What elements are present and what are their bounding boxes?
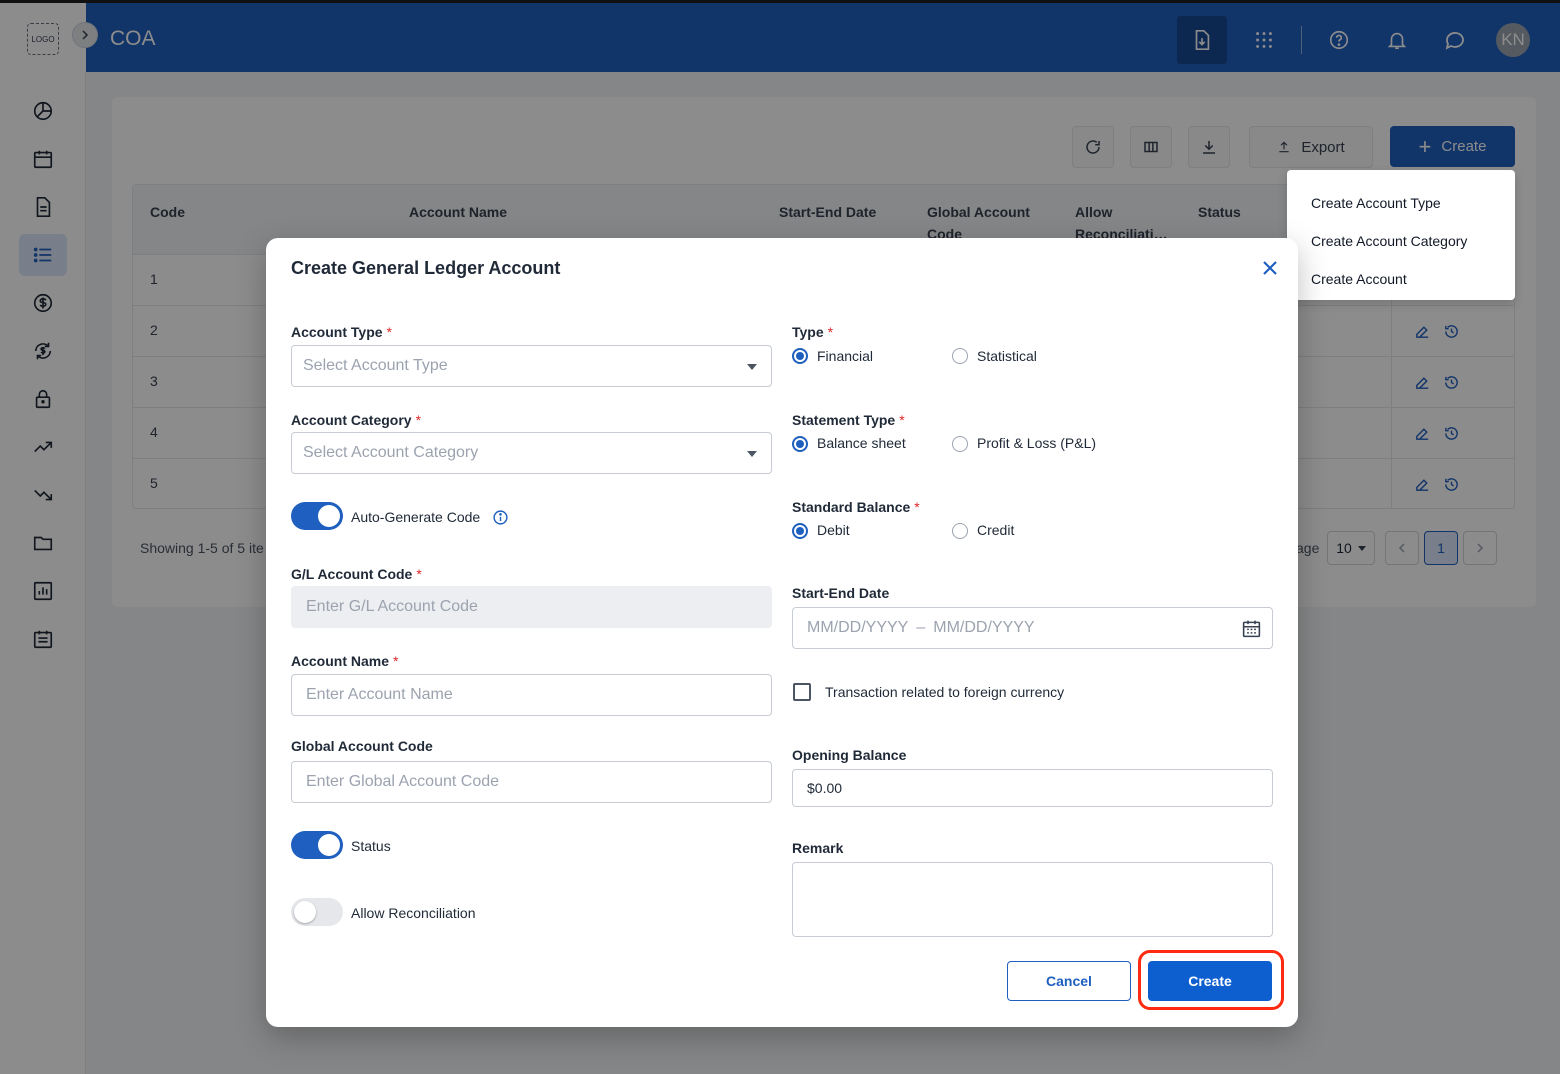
global-code-label: Global Account Code [291,738,433,754]
menu-item-create-account-type[interactable]: Create Account Type [1311,195,1441,211]
remark-textarea[interactable] [792,862,1273,937]
balance-debit-label: Debit [817,522,850,538]
status-toggle[interactable] [291,831,343,859]
allow-reconciliation-label: Allow Reconciliation [351,905,476,921]
status-label: Status [351,838,391,854]
end-date-placeholder: MM/DD/YYYY [933,619,1035,636]
menu-item-create-account-category[interactable]: Create Account Category [1311,233,1467,249]
create-gl-account-modal: Create General Ledger Account Account Ty… [266,238,1298,1027]
start-end-date-label: Start-End Date [792,585,890,601]
opening-balance-input[interactable]: $0.00 [792,769,1273,807]
create-menu: Create Account Type Create Account Categ… [1287,170,1515,300]
chevron-down-icon [747,451,757,457]
remark-label: Remark [792,840,844,856]
menu-item-create-account[interactable]: Create Account [1311,271,1407,287]
calendar-icon [1242,620,1261,638]
chevron-down-icon [747,364,757,370]
modal-title: Create General Ledger Account [291,258,561,278]
type-statistical-radio[interactable] [952,348,968,364]
balance-credit-label: Credit [977,522,1015,538]
cancel-button[interactable]: Cancel [1007,961,1131,1001]
modal-backdrop-sidebar[interactable] [0,72,86,1074]
foreign-currency-label: Transaction related to foreign currency [825,684,1065,700]
foreign-currency-checkbox[interactable] [793,683,811,701]
type-financial-radio[interactable] [792,348,808,364]
account-category-select[interactable]: Select Account Category [291,432,772,474]
modal-backdrop-header[interactable] [0,0,1560,72]
statement-balance-sheet-radio[interactable] [792,436,808,452]
account-type-select[interactable]: Select Account Type [291,345,772,387]
statement-pl-label: Profit & Loss (P&L) [977,435,1097,451]
account-name-label: Account Name * [291,653,399,669]
account-category-label: Account Category * [291,412,422,428]
global-code-input[interactable]: Enter Global Account Code [291,761,772,803]
type-label: Type * [792,324,834,340]
auto-generate-toggle[interactable] [291,502,343,530]
gl-code-input[interactable]: Enter G/L Account Code [291,586,772,628]
date-separator: – [916,619,926,636]
account-name-input[interactable]: Enter Account Name [291,674,772,716]
statement-balance-sheet-label: Balance sheet [817,435,906,451]
account-type-label: Account Type * [291,324,392,340]
balance-debit-radio[interactable] [792,523,808,539]
statement-pl-radio[interactable] [952,436,968,452]
allow-reconciliation-toggle[interactable] [291,898,343,926]
standard-balance-label: Standard Balance * [792,499,920,515]
start-date-placeholder: MM/DD/YYYY [807,619,909,636]
close-icon[interactable] [1258,256,1282,280]
type-statistical-label: Statistical [977,348,1037,364]
opening-balance-label: Opening Balance [792,747,907,763]
balance-credit-radio[interactable] [952,523,968,539]
gl-code-label: G/L Account Code * [291,566,422,582]
info-icon[interactable] [492,509,509,531]
type-financial-label: Financial [817,348,874,364]
highlight-ring [1138,950,1284,1010]
statement-type-label: Statement Type * [792,412,905,428]
date-range-input[interactable]: MM/DD/YYYY – MM/DD/YYYY [792,607,1273,649]
auto-generate-label: Auto-Generate Code [351,509,481,525]
